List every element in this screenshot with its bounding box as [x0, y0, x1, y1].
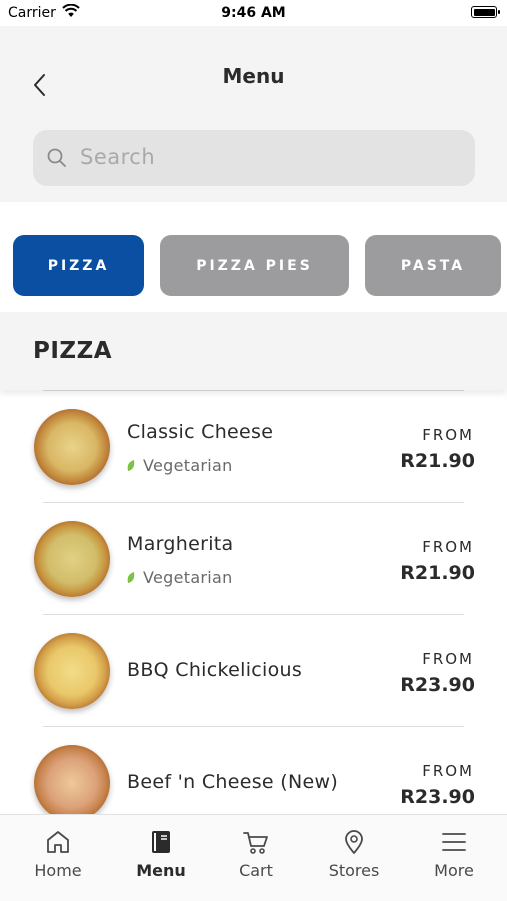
- tab-label: Home: [34, 861, 82, 880]
- tab-label: Cart: [239, 861, 273, 880]
- tab-menu[interactable]: Menu: [111, 815, 211, 901]
- hamburger-icon: [442, 833, 466, 851]
- tab-label: Menu: [136, 861, 186, 880]
- tab-cart[interactable]: Cart: [206, 815, 306, 901]
- divider: [43, 390, 464, 391]
- menu-list: Classic Cheese Vegetarian FROM R21.90 Ma…: [0, 390, 507, 814]
- tab-home[interactable]: Home: [8, 815, 108, 901]
- location-pin-icon: [345, 830, 363, 854]
- menu-book-icon: [152, 831, 170, 853]
- search-placeholder: Search: [80, 145, 156, 169]
- item-name: Margherita: [127, 533, 234, 555]
- pizza-image: [34, 409, 110, 485]
- search-icon: [47, 148, 66, 167]
- from-label: FROM: [422, 762, 474, 780]
- category-pizza[interactable]: PIZZA: [13, 235, 144, 296]
- section-header: PIZZA: [0, 312, 507, 390]
- vegetarian-label: Vegetarian: [143, 456, 233, 475]
- item-price: R21.90: [400, 450, 475, 472]
- pizza-image: [34, 633, 110, 709]
- from-label: FROM: [422, 426, 474, 444]
- pizza-image: [34, 521, 110, 597]
- vegetarian-tag: Vegetarian: [127, 568, 233, 587]
- leaf-icon: [127, 459, 135, 471]
- leaf-icon: [127, 571, 135, 583]
- tab-label: Stores: [328, 861, 380, 880]
- list-item[interactable]: Classic Cheese Vegetarian FROM R21.90: [0, 390, 507, 502]
- item-price: R23.90: [400, 674, 475, 696]
- item-name: Beef 'n Cheese (New): [127, 771, 339, 793]
- item-name: BBQ Chickelicious: [127, 659, 303, 681]
- category-chips: PIZZA PIZZA PIES PASTA: [0, 202, 507, 312]
- search-input[interactable]: Search: [33, 130, 475, 186]
- vegetarian-tag: Vegetarian: [127, 456, 233, 475]
- pizza-image: [34, 745, 110, 814]
- list-item[interactable]: BBQ Chickelicious FROM R23.90: [0, 614, 507, 726]
- list-item[interactable]: Margherita Vegetarian FROM R21.90: [0, 502, 507, 614]
- cart-icon: [243, 832, 268, 854]
- home-icon: [47, 831, 69, 853]
- divider: [43, 726, 464, 727]
- list-item[interactable]: Beef 'n Cheese (New) FROM R23.90: [0, 726, 507, 814]
- status-bar: Carrier 9:46 AM: [0, 0, 507, 26]
- item-price: R23.90: [400, 786, 475, 808]
- tab-stores[interactable]: Stores: [304, 815, 404, 901]
- section-title: PIZZA: [33, 338, 113, 364]
- tab-bar: Home Menu Cart Stores More: [0, 814, 507, 901]
- from-label: FROM: [422, 650, 474, 668]
- tab-more[interactable]: More: [404, 815, 504, 901]
- vegetarian-label: Vegetarian: [143, 568, 233, 587]
- clock: 9:46 AM: [221, 5, 286, 21]
- item-price: R21.90: [400, 562, 475, 584]
- tab-label: More: [434, 861, 474, 880]
- divider: [43, 614, 464, 615]
- item-name: Classic Cheese: [127, 421, 274, 443]
- from-label: FROM: [422, 538, 474, 556]
- category-pasta[interactable]: PASTA: [365, 235, 501, 296]
- battery-icon: [471, 6, 500, 18]
- divider: [43, 502, 464, 503]
- header: Menu Search: [0, 26, 507, 202]
- page-title: Menu: [222, 64, 285, 88]
- category-pizza-pies[interactable]: PIZZA PIES: [160, 235, 349, 296]
